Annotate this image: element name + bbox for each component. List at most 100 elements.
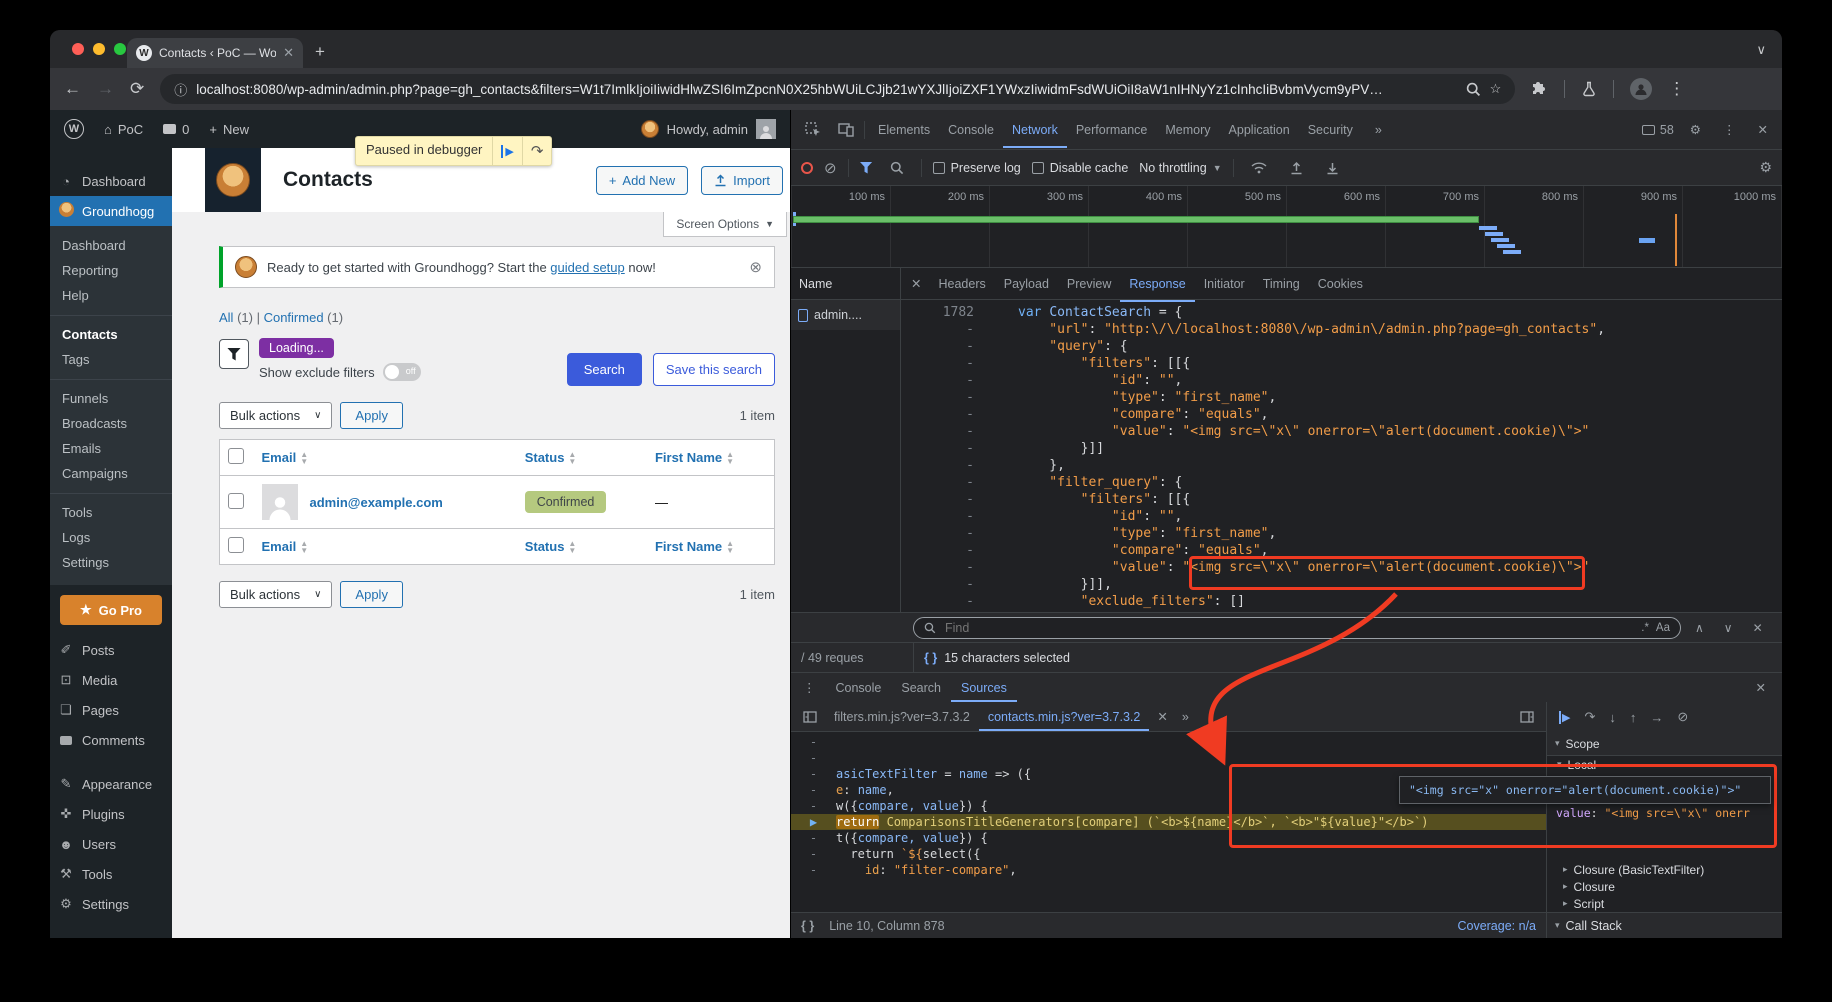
forward-icon[interactable]: →: [97, 79, 114, 99]
column-header[interactable]: Status▲▼: [517, 529, 647, 565]
save-search-button[interactable]: Save this search: [653, 353, 775, 386]
devtools-tab[interactable]: Security: [1299, 112, 1362, 148]
dismiss-notice-icon[interactable]: ⊗: [749, 258, 762, 276]
detail-tab[interactable]: Timing: [1254, 268, 1309, 302]
step-over-button[interactable]: ↷: [522, 137, 552, 165]
network-timeline[interactable]: 100 ms200 ms300 ms400 ms500 ms600 ms700 …: [791, 186, 1782, 268]
groundhogg-mascot-icon[interactable]: [641, 120, 659, 138]
bulk-actions-select[interactable]: Bulk actions∨: [219, 402, 332, 429]
detail-tab[interactable]: Cookies: [1309, 268, 1372, 302]
scope-section-header[interactable]: ▾ Scope: [1547, 732, 1782, 756]
line-gutter[interactable]: ▶: [791, 814, 836, 830]
tab-search-icon[interactable]: ∨: [1756, 42, 1766, 58]
issues-counter[interactable]: 58: [1642, 123, 1674, 137]
close-devtools-icon[interactable]: ✕: [1752, 122, 1774, 137]
line-gutter[interactable]: -: [901, 542, 986, 559]
go-pro-button[interactable]: ★ Go Pro: [60, 595, 162, 625]
line-gutter[interactable]: -: [791, 830, 836, 846]
line-gutter[interactable]: -: [901, 372, 986, 389]
step-icon[interactable]: →: [1650, 710, 1663, 725]
wp-site-menu[interactable]: ⌂PoC: [104, 122, 143, 137]
view-all-link[interactable]: All: [219, 310, 233, 325]
browser-menu-icon[interactable]: ⋮: [1668, 79, 1685, 99]
wp-logo-menu[interactable]: W: [64, 119, 84, 139]
site-info-icon[interactable]: ⓘ: [174, 80, 187, 99]
resume-script-button[interactable]: ▶: [492, 137, 521, 165]
line-gutter[interactable]: -: [791, 782, 836, 798]
preserve-log-checkbox[interactable]: Preserve log: [933, 161, 1021, 175]
devtools-tab[interactable]: Network: [1003, 112, 1067, 148]
step-out-icon[interactable]: ↑: [1630, 710, 1637, 725]
sidebar-item[interactable]: Collapse menu: [50, 935, 172, 938]
sidebar-item[interactable]: Appearance: [50, 769, 172, 799]
find-previous-icon[interactable]: ∧: [1689, 621, 1710, 635]
detail-tab[interactable]: Preview: [1058, 268, 1120, 302]
line-gutter[interactable]: -: [901, 559, 986, 576]
sidebar-item[interactable]: Users: [50, 829, 172, 859]
line-gutter[interactable]: -: [901, 593, 986, 610]
sidebar-subitem[interactable]: Contacts: [50, 315, 172, 347]
sidebar-subitem[interactable]: Tools: [50, 493, 172, 525]
more-file-tabs-icon[interactable]: »: [1176, 710, 1195, 724]
devtools-tab[interactable]: Memory: [1156, 112, 1219, 148]
reload-icon[interactable]: ⟳: [130, 79, 144, 99]
line-gutter[interactable]: -: [791, 750, 836, 766]
network-conditions-icon[interactable]: [1245, 162, 1273, 174]
detail-tab[interactable]: Payload: [995, 268, 1058, 302]
column-header[interactable]: First Name▲▼: [647, 440, 775, 476]
line-gutter[interactable]: -: [791, 734, 836, 750]
add-new-button[interactable]: +Add New: [596, 166, 688, 195]
sidebar-item[interactable]: Settings: [50, 889, 172, 919]
wp-new-menu[interactable]: +New: [209, 122, 249, 137]
devtools-tab[interactable]: Console: [939, 112, 1003, 148]
source-file-tab[interactable]: filters.min.js?ver=3.7.3.2: [825, 703, 979, 731]
column-header[interactable]: First Name▲▼: [647, 529, 775, 565]
admin-avatar[interactable]: [756, 119, 776, 139]
apply-button[interactable]: Apply: [340, 581, 403, 608]
scope-item[interactable]: ▸ Closure (BasicTextFilter): [1547, 861, 1782, 878]
step-over-icon[interactable]: ↷: [1584, 709, 1595, 725]
sidebar-item[interactable]: Groundhogg: [50, 196, 172, 226]
line-gutter[interactable]: -: [901, 355, 986, 372]
extensions-puzzle-icon[interactable]: [1531, 81, 1548, 98]
sidebar-item[interactable]: Media: [50, 665, 172, 695]
close-tab-icon[interactable]: ✕: [283, 45, 294, 61]
close-find-icon[interactable]: ✕: [1747, 621, 1769, 635]
deactivate-breakpoints-icon[interactable]: ⊘: [1677, 709, 1688, 725]
sidebar-subitem[interactable]: Emails: [50, 436, 172, 461]
line-gutter[interactable]: -: [901, 474, 986, 491]
sidebar-item[interactable]: Comments: [50, 725, 172, 755]
zoom-icon[interactable]: [1466, 82, 1481, 97]
device-toolbar-icon[interactable]: [832, 122, 860, 137]
disable-cache-checkbox[interactable]: Disable cache: [1032, 161, 1129, 175]
line-gutter[interactable]: -: [901, 457, 986, 474]
name-column-header[interactable]: Name: [791, 268, 900, 300]
close-drawer-icon[interactable]: ✕: [1746, 680, 1776, 695]
devtools-tab[interactable]: Elements: [869, 112, 939, 148]
network-filter-icon[interactable]: [860, 162, 873, 174]
line-gutter[interactable]: -: [791, 862, 836, 878]
scope-local[interactable]: ▾ Local: [1547, 756, 1782, 773]
experiments-flask-icon[interactable]: [1581, 81, 1597, 97]
line-gutter[interactable]: -: [901, 321, 986, 338]
browser-tab[interactable]: W Contacts ‹ PoC — WordPress ✕: [127, 38, 303, 68]
sidebar-item[interactable]: Pages: [50, 695, 172, 725]
source-code-editor[interactable]: - - - asicTextFilter = name => ({: [791, 732, 1546, 912]
drawer-tab[interactable]: Console: [826, 674, 892, 702]
close-window-button[interactable]: [72, 43, 84, 55]
braces-icon[interactable]: { }: [924, 651, 937, 665]
column-header[interactable]: Email▲▼: [254, 529, 517, 565]
screen-options-tab[interactable]: Screen Options▼: [663, 212, 787, 237]
find-input-pill[interactable]: .* Aa: [913, 617, 1681, 639]
sidebar-item[interactable]: Dashboard: [50, 166, 172, 196]
response-body[interactable]: 1782 var ContactSearch = { - "url": "htt…: [901, 300, 1782, 612]
match-case-toggle[interactable]: Aa: [1656, 622, 1670, 634]
close-detail-icon[interactable]: ✕: [905, 276, 927, 291]
scope-value-variable[interactable]: value: "<img src=\"x\" onerr: [1556, 806, 1776, 820]
network-settings-gear-icon[interactable]: ⚙: [1759, 159, 1772, 176]
network-search-icon[interactable]: [884, 161, 910, 175]
line-gutter[interactable]: -: [901, 338, 986, 355]
wp-comments-menu[interactable]: 0: [163, 122, 189, 137]
show-debugger-sidebar-icon[interactable]: [1514, 711, 1540, 723]
back-icon[interactable]: ←: [64, 79, 81, 99]
